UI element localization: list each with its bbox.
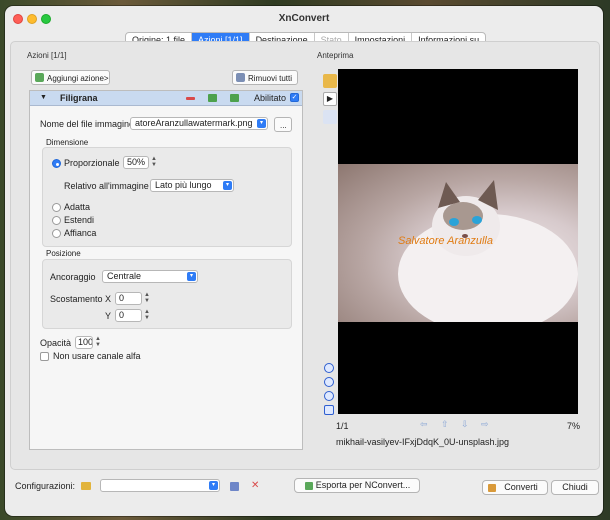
remove-all-icon [236, 73, 245, 82]
anchor-value: Centrale [107, 271, 142, 281]
folder-icon[interactable] [81, 482, 91, 490]
chevron-down-icon: ▾ [257, 119, 266, 128]
zoom-level: 7% [567, 421, 581, 431]
fit-label: Adatta [64, 202, 91, 212]
enabled-checkbox[interactable]: ✓ [290, 93, 299, 102]
chevron-down-icon: ▾ [223, 181, 232, 190]
config-label: Configurazioni: [15, 481, 76, 491]
offset-x-input[interactable]: 0 [115, 292, 142, 305]
preview-image-icon[interactable] [323, 74, 337, 88]
next-icon[interactable]: ⇩ [461, 419, 469, 430]
fullscreen-icon[interactable] [324, 405, 334, 415]
offset-y-stepper[interactable]: ▲ ▼ [144, 309, 150, 322]
title-bar: XnConvert [5, 6, 603, 32]
relative-label: Relativo all'immagine [64, 181, 149, 191]
image-counter: 1/1 [336, 421, 349, 431]
remove-action-icon[interactable] [186, 97, 195, 100]
export-icon [305, 482, 313, 490]
preview-header: Anteprima [317, 51, 354, 60]
compare-icon[interactable] [323, 110, 337, 124]
zoom-in-icon[interactable] [324, 363, 334, 373]
file-name-select[interactable]: atoreAranzullawatermark.png ▾ [130, 117, 268, 130]
actions-list: ▼ Filigrana Abilitato ✓ Nome del file im… [29, 90, 303, 450]
preview-canvas: Salvatore Aranzulla [338, 69, 578, 414]
file-name-value: atoreAranzullawatermark.png [135, 118, 253, 128]
checkmark-icon: ✓ [291, 94, 298, 101]
save-icon[interactable] [230, 482, 239, 491]
preview-image: Salvatore Aranzulla [338, 164, 578, 322]
close-button[interactable]: Chiudi [551, 480, 599, 495]
position-title: Posizione [46, 249, 81, 258]
remove-all-button[interactable]: Rimuovi tutti [232, 70, 298, 85]
action-name: Filigrana [60, 93, 98, 103]
offset-y-label: Y [105, 311, 112, 321]
preview-filename: mikhail-vasilyev-IFxjDdqK_0U-unsplash.jp… [336, 437, 510, 447]
move-down-icon[interactable] [230, 94, 239, 102]
play-icon[interactable]: ▶ [323, 92, 337, 106]
no-alpha-checkbox[interactable] [40, 352, 49, 361]
anchor-label: Ancoraggio [50, 272, 96, 282]
stretch-radio[interactable] [52, 216, 61, 225]
delete-icon[interactable]: ✕ [251, 480, 259, 491]
offset-label: Scostamento [50, 294, 103, 304]
browse-label: ... [280, 121, 287, 130]
offset-x-label: X [105, 294, 112, 304]
proportional-radio[interactable] [52, 159, 61, 168]
opacity-stepper[interactable]: ▲ ▼ [95, 336, 101, 349]
no-alpha-label: Non usare canale alfa [53, 351, 141, 361]
window-title: XnConvert [278, 13, 330, 24]
tile-radio[interactable] [52, 229, 61, 238]
opacity-input[interactable]: 100 [75, 336, 93, 349]
enabled-label: Abilitato [253, 93, 286, 103]
zoom-fit-icon[interactable] [324, 391, 334, 401]
file-name-label: Nome del file immagine [40, 119, 135, 129]
proportional-stepper[interactable]: ▲ ▼ [151, 156, 157, 169]
relative-select[interactable]: Lato più lungo ▾ [150, 179, 234, 192]
proportional-input[interactable]: 50% [123, 156, 149, 169]
close-label: Chiudi [562, 482, 588, 492]
stretch-label: Estendi [64, 215, 95, 225]
cat-photo: Salvatore Aranzulla [398, 180, 578, 322]
last-icon[interactable]: ⇨ [481, 419, 489, 430]
remove-all-label: Rimuovi tutti [248, 74, 293, 83]
zoom-out-icon[interactable] [324, 377, 334, 387]
anchor-select[interactable]: Centrale ▾ [102, 270, 198, 283]
add-action-label: Aggiungi azione> [47, 74, 109, 83]
opacity-label: Opacità [40, 338, 72, 348]
move-up-icon[interactable] [208, 94, 217, 102]
convert-button[interactable]: Converti [482, 480, 548, 495]
actions-header: Azioni [1/1] [27, 51, 67, 60]
fit-radio[interactable] [52, 203, 61, 212]
relative-value: Lato più lungo [155, 180, 212, 190]
offset-y-input[interactable]: 0 [115, 309, 142, 322]
add-action-icon [35, 73, 44, 82]
app-window: XnConvert Origine: 1 file Azioni [1/1] D… [5, 6, 603, 516]
chevron-down-icon: ▾ [187, 272, 196, 281]
disclosure-triangle-icon[interactable]: ▼ [40, 94, 47, 101]
watermark-text: Salvatore Aranzulla [398, 235, 493, 247]
tile-label: Affianca [64, 228, 97, 238]
convert-label: Converti [504, 482, 538, 492]
chevron-down-icon: ▾ [209, 481, 218, 490]
add-action-button[interactable]: Aggiungi azione> [31, 70, 110, 85]
export-button[interactable]: Esporta per NConvert... [294, 478, 420, 493]
browse-button[interactable]: ... [274, 117, 292, 132]
proportional-label: Proporzionale [64, 158, 120, 168]
prev-icon[interactable]: ⇧ [441, 419, 449, 430]
dimension-title: Dimensione [46, 138, 89, 147]
offset-x-stepper[interactable]: ▲ ▼ [144, 292, 150, 305]
export-label: Esporta per NConvert... [315, 480, 411, 490]
config-select[interactable]: ▾ [100, 479, 220, 492]
action-row-filigrana[interactable]: ▼ Filigrana Abilitato ✓ [30, 91, 302, 106]
first-icon[interactable]: ⇦ [420, 419, 428, 430]
convert-icon [488, 484, 496, 492]
